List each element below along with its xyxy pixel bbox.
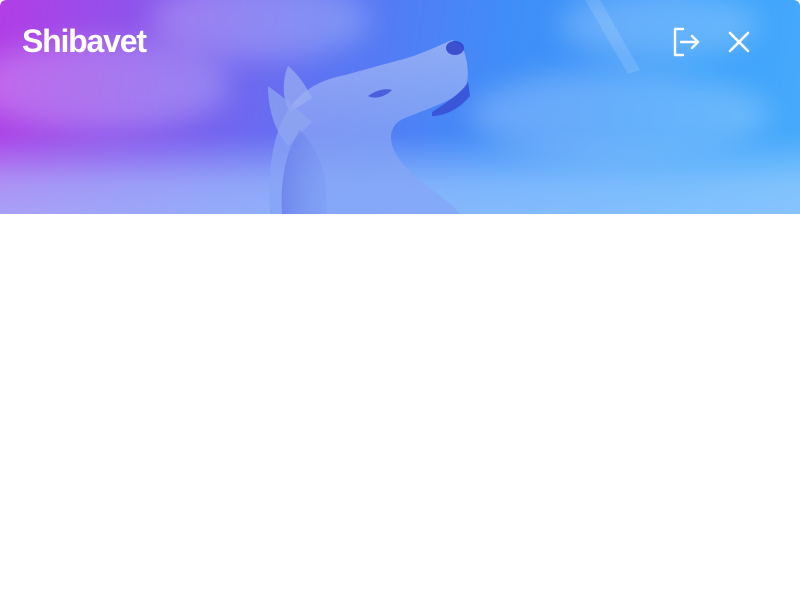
app-window: Shibavet [0, 0, 800, 600]
close-icon [728, 31, 750, 53]
logout-button[interactable] [668, 24, 704, 60]
app-title: Shibavet [22, 23, 147, 59]
main-content [0, 214, 800, 600]
close-button[interactable] [721, 24, 757, 60]
header-banner: Shibavet [0, 0, 800, 214]
logout-icon [673, 27, 700, 57]
